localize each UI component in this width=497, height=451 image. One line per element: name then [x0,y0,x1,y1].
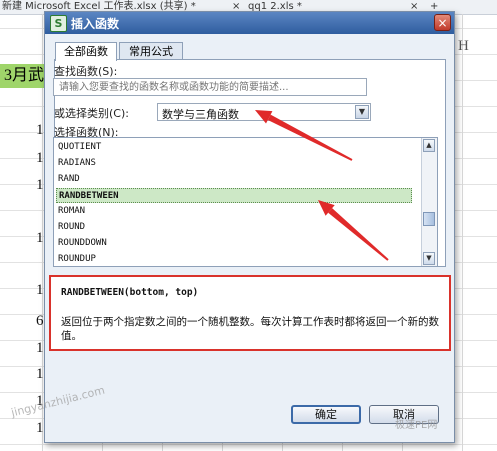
search-input[interactable] [53,78,367,96]
background-cell: 1 [36,177,44,193]
list-item[interactable]: ROUNDDOWN [56,236,412,251]
background-cell: 1 [36,366,44,382]
category-select-value: 数学与三角函数 [162,108,239,121]
watermark-right: 极速PE网 [395,420,438,431]
cell-a3[interactable]: 3月武 [0,64,44,88]
scroll-up-icon[interactable]: ▲ [423,139,435,152]
list-item[interactable]: RAND [56,172,412,187]
wps-app-icon: S [50,15,67,32]
dialog-titlebar[interactable]: S 插入函数 × [45,12,454,34]
list-item[interactable]: RADIANS [56,156,412,171]
search-label: 查找函数(S): [54,65,118,78]
background-cell: 1 [36,420,44,436]
function-signature: RANDBETWEEN(bottom, top) [61,287,199,298]
chevron-down-icon[interactable]: ▼ [355,105,369,119]
scroll-down-icon[interactable]: ▼ [423,252,435,265]
background-cell: 1 [36,282,44,298]
list-item-selected[interactable]: RANDBETWEEN [56,188,412,203]
category-select[interactable]: 数学与三角函数 ▼ [157,103,371,121]
dialog-title: 插入函数 [71,17,120,31]
list-item[interactable]: ROMAN [56,204,412,219]
category-label: 或选择类别(C): [54,107,129,120]
background-cell: 1 [36,150,44,166]
list-item[interactable]: ROUNDUP [56,252,412,266]
background-cell: 6 [36,313,44,329]
background-cell: 1 [36,340,44,356]
tab-common-formulas[interactable]: 常用公式 [119,42,183,60]
column-header-h[interactable]: H [458,38,469,55]
function-description-box: RANDBETWEEN(bottom, top) 返回位于两个指定数之间的一个随… [49,275,451,351]
tab-all-functions[interactable]: 全部函数 [55,42,117,61]
function-description: 返回位于两个指定数之间的一个随机整数。每次计算工作表时都将返回一个新的数值。 [61,316,439,342]
function-listbox[interactable]: QUOTIENT RADIANS RAND RANDBETWEEN ROMAN … [53,137,438,267]
background-cell: 1 [36,230,44,246]
scroll-thumb[interactable] [423,212,435,226]
ok-button[interactable]: 确定 [291,405,361,424]
close-icon[interactable]: × [434,14,451,31]
list-scrollbar[interactable]: ▲ ▼ [421,138,437,266]
background-cell: 1 [36,122,44,138]
insert-function-dialog: S 插入函数 × 全部函数 常用公式 查找函数(S): 或选择类别(C): 数学… [44,11,455,443]
list-item[interactable]: ROUND [56,220,412,235]
list-item[interactable]: QUOTIENT [56,140,412,155]
